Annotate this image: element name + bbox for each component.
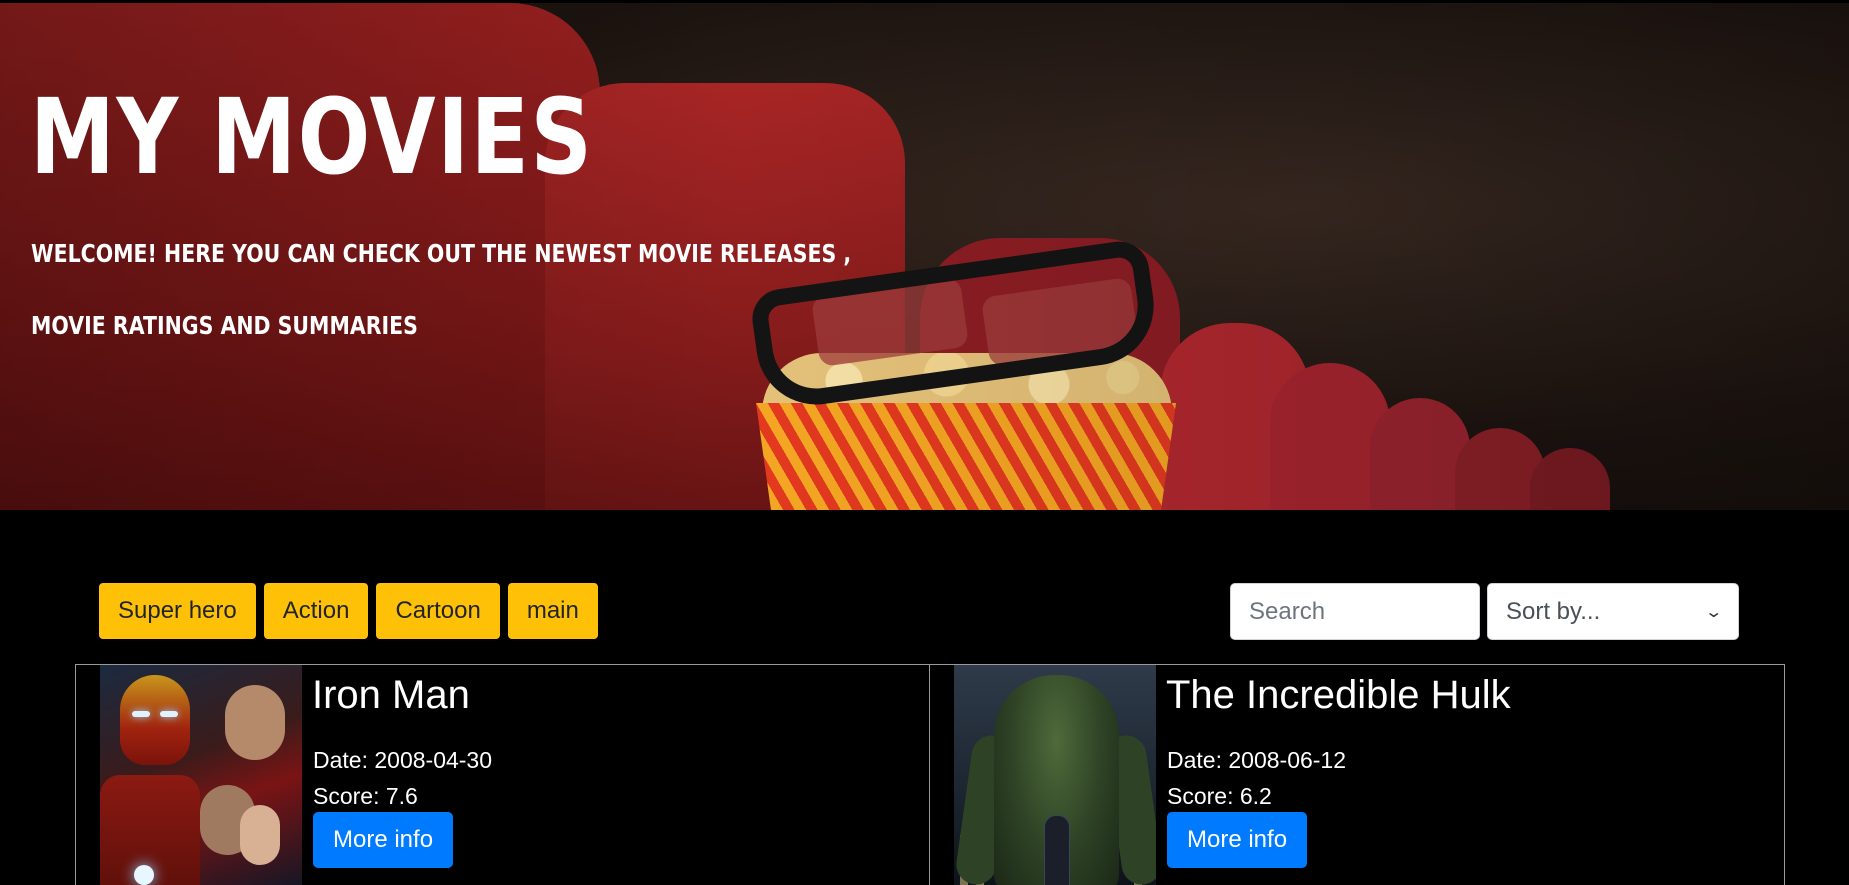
filter-button-cartoon[interactable]: Cartoon [376,583,500,639]
more-info-button[interactable]: More info [1167,812,1308,868]
sort-select[interactable]: Sort by... ⌄ [1487,583,1739,640]
movie-score: Score: 6.2 [1167,783,1272,809]
movie-card: Iron Man Date: 2008-04-30 Score: 7.6 Mor… [75,664,930,885]
sort-select-value: Sort by... [1506,597,1601,625]
hero-subtitle: MOVIE RATINGS AND SUMMARIES [31,311,418,340]
chevron-down-icon: ⌄ [1703,603,1723,621]
genre-filter-group: Super hero Action Cartoon main [99,583,598,639]
movie-list: Iron Man Date: 2008-04-30 Score: 7.6 Mor… [75,664,1785,885]
movie-date: Date: 2008-06-12 [1167,747,1347,773]
page-title: MY MOVIES [30,76,594,198]
filter-button-super-hero[interactable]: Super hero [99,583,256,639]
hero-subtitle: WELCOME! HERE YOU CAN CHECK OUT THE NEWE… [31,239,852,268]
hero-banner: MY MOVIES WELCOME! HERE YOU CAN CHECK OU… [0,3,1849,510]
movie-poster [954,665,1156,885]
movie-poster [100,665,302,885]
filter-button-action[interactable]: Action [263,583,369,639]
movie-title: The Incredible Hulk [1166,673,1511,717]
more-info-button[interactable]: More info [313,812,454,868]
movie-score: Score: 7.6 [313,783,418,809]
movie-date: Date: 2008-04-30 [313,747,493,773]
search-input[interactable] [1230,583,1480,640]
movie-title: Iron Man [312,673,470,717]
filter-button-main[interactable]: main [507,583,598,639]
movie-card: The Incredible Hulk Date: 2008-06-12 Sco… [930,664,1785,885]
